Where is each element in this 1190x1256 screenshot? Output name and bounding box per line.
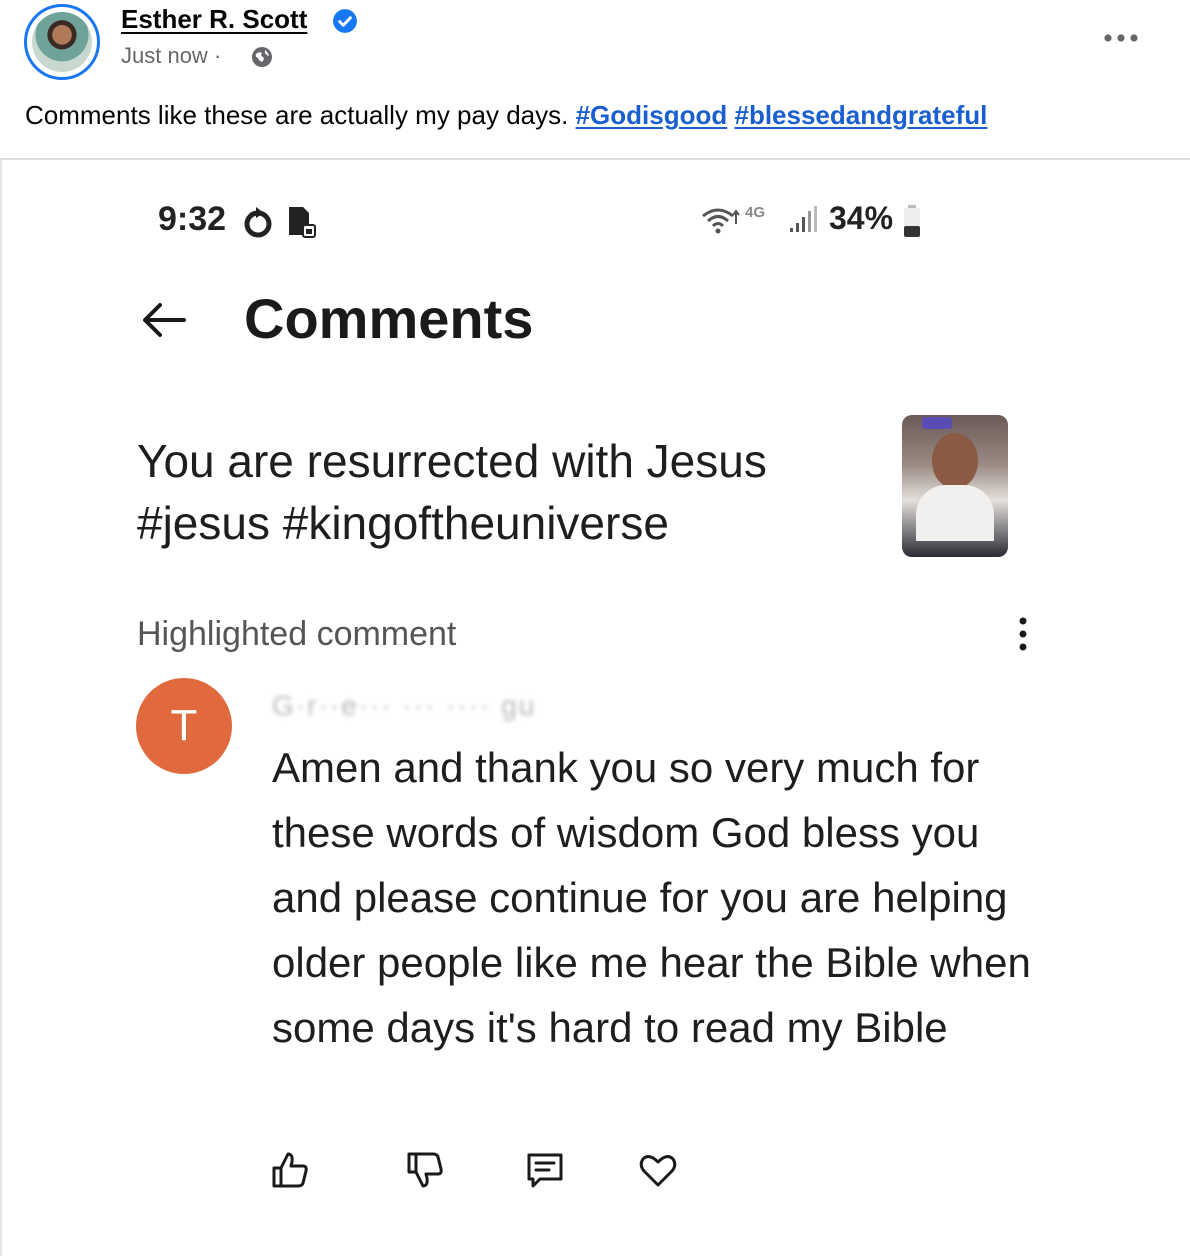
attached-screenshot-image[interactable]: 9:32 4G 34% Comments You are resurrected… [0, 160, 1190, 1256]
wifi-icon [702, 208, 740, 234]
comment-icon[interactable] [525, 1150, 565, 1190]
author-name-link[interactable]: Esther R. Scott [121, 4, 307, 35]
heart-icon[interactable] [638, 1150, 678, 1190]
post-header: Esther R. Scott Just now · [0, 0, 1190, 90]
time-separator: · [213, 43, 222, 68]
comment-text: Amen and thank you so very much for thes… [272, 744, 1031, 1051]
thumbnail-badge [922, 417, 952, 429]
thumbs-down-icon[interactable] [405, 1150, 445, 1190]
image-border [0, 160, 2, 1256]
globe-icon[interactable] [250, 45, 274, 69]
more-vertical-icon[interactable] [1012, 615, 1034, 655]
commenter-avatar[interactable]: T [136, 678, 232, 774]
video-title: You are resurrected with Jesus #jesus #k… [137, 435, 767, 549]
battery-icon [904, 205, 920, 237]
network-type-label: 4G [745, 204, 766, 221]
post-body-text: Comments like these are actually my pay … [25, 100, 569, 130]
author-avatar[interactable] [24, 4, 100, 80]
hashtag-godisgood[interactable]: #Godisgood [576, 100, 728, 130]
post-time-text: Just now [121, 43, 208, 68]
verified-badge-icon [333, 9, 357, 33]
author-photo [32, 12, 92, 72]
comments-screen-title: Comments [244, 287, 534, 350]
video-thumbnail[interactable] [902, 415, 1008, 557]
post-timestamp[interactable]: Just now · [121, 43, 221, 69]
sync-icon [244, 207, 272, 238]
thumbnail-shirt [916, 485, 994, 541]
status-bar-time: 9:32 [158, 200, 227, 238]
signal-icon [790, 206, 817, 232]
thumbnail-face [932, 433, 978, 489]
hashtag-blessedandgrateful[interactable]: #blessedandgrateful [734, 100, 987, 130]
battery-percentage: 34% [829, 200, 894, 236]
highlighted-comment-label: Highlighted comment [137, 615, 457, 653]
post-text: Comments like these are actually my pay … [25, 100, 987, 131]
arrow-left-icon[interactable] [140, 300, 188, 340]
more-horizontal-icon[interactable] [1100, 26, 1142, 50]
thumbs-up-icon[interactable] [270, 1150, 310, 1190]
sd-card-lock-icon [289, 207, 316, 238]
commenter-name-blurred: G·r··e··· ··· ···· gu [272, 690, 537, 721]
